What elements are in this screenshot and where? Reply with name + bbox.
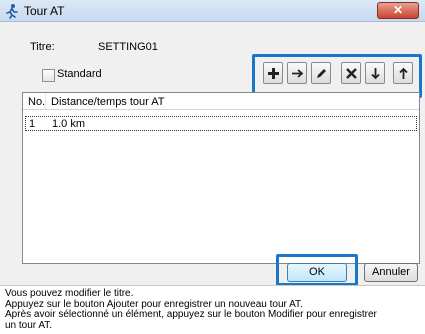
title-bar[interactable]: Tour AT ✕ <box>0 0 425 22</box>
x-icon <box>346 68 357 79</box>
window-title: Tour AT <box>24 4 65 18</box>
standard-checkbox[interactable] <box>42 69 55 82</box>
title-label: Titre: <box>30 41 55 53</box>
arrow-down-icon <box>371 68 380 80</box>
move-down-button[interactable] <box>365 62 385 84</box>
move-button[interactable] <box>287 62 307 84</box>
list-item[interactable]: 1 1.0 km <box>25 116 417 131</box>
move-up-button[interactable] <box>393 62 413 84</box>
arrow-up-icon <box>399 67 408 79</box>
row-number: 1 <box>29 118 36 130</box>
lap-list[interactable]: No. Distance/temps tour AT 1 1.0 km <box>22 92 420 264</box>
info-panel: Vous pouvez modifier le titre. Appuyez s… <box>0 285 425 334</box>
info-line: Après avoir sélectionné un élément, appu… <box>5 309 377 320</box>
info-line: un tour AT. <box>5 319 53 331</box>
ok-button[interactable]: OK <box>287 263 347 282</box>
delete-button[interactable] <box>341 62 361 84</box>
info-line: Vous pouvez modifier le titre. <box>5 288 134 299</box>
standard-label: Standard <box>57 68 102 80</box>
close-button[interactable]: ✕ <box>377 2 419 19</box>
arrow-right-icon <box>292 69 304 78</box>
close-icon: ✕ <box>392 3 404 17</box>
title-field[interactable]: SETTING01 <box>96 38 266 56</box>
cancel-button[interactable]: Annuler <box>364 263 418 282</box>
column-header-no[interactable]: No. <box>28 96 45 108</box>
add-button[interactable] <box>263 62 283 84</box>
runner-icon <box>4 3 20 19</box>
column-separator[interactable] <box>45 94 46 109</box>
row-distance: 1.0 km <box>52 118 86 130</box>
plus-icon <box>268 68 279 79</box>
column-header-distance[interactable]: Distance/temps tour AT <box>51 96 165 108</box>
tour-at-dialog: Tour AT ✕ Titre: SETTING01 Standard No. … <box>0 0 425 334</box>
pencil-icon <box>317 69 326 78</box>
list-header: No. Distance/temps tour AT <box>23 93 419 110</box>
edit-button[interactable] <box>311 62 331 84</box>
